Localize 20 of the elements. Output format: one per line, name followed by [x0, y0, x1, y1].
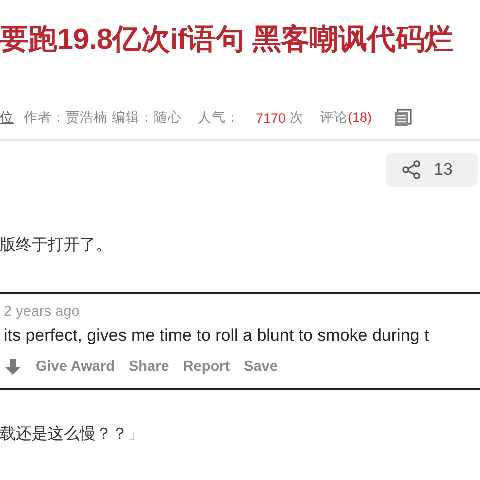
comment-action[interactable]: Give Award — [36, 359, 115, 375]
editor-label: 编辑：随心 — [112, 109, 182, 127]
views-label: 人气： — [198, 109, 240, 127]
article-title: 要跑19.8亿次if语句 黑客嘲讽代码烂 — [0, 22, 454, 58]
comment-action[interactable]: Report — [183, 359, 230, 375]
views-unit: 次 — [290, 109, 304, 127]
article-paragraph: 版终于打开了。 — [0, 236, 113, 256]
comments-label: 评论(18) — [320, 109, 374, 127]
views-count: 7170 — [256, 110, 286, 126]
source-link[interactable]: 位 — [0, 109, 14, 127]
document-copy-icon[interactable] — [394, 109, 412, 127]
comment-text: its perfect, gives me time to roll a blunt to smoke during t — [4, 326, 430, 346]
article-paragraph: 载还是这么慢？？」 — [0, 424, 145, 445]
comment-time: 2 years ago — [4, 304, 81, 320]
share-icon — [402, 160, 422, 180]
downvote-icon[interactable] — [4, 358, 22, 376]
share-button[interactable]: 13 — [386, 153, 478, 187]
author-label: 作者：贾浩楠 — [24, 109, 108, 127]
comment-action[interactable]: Share — [128, 359, 170, 375]
comment-action[interactable]: Save — [244, 359, 278, 375]
